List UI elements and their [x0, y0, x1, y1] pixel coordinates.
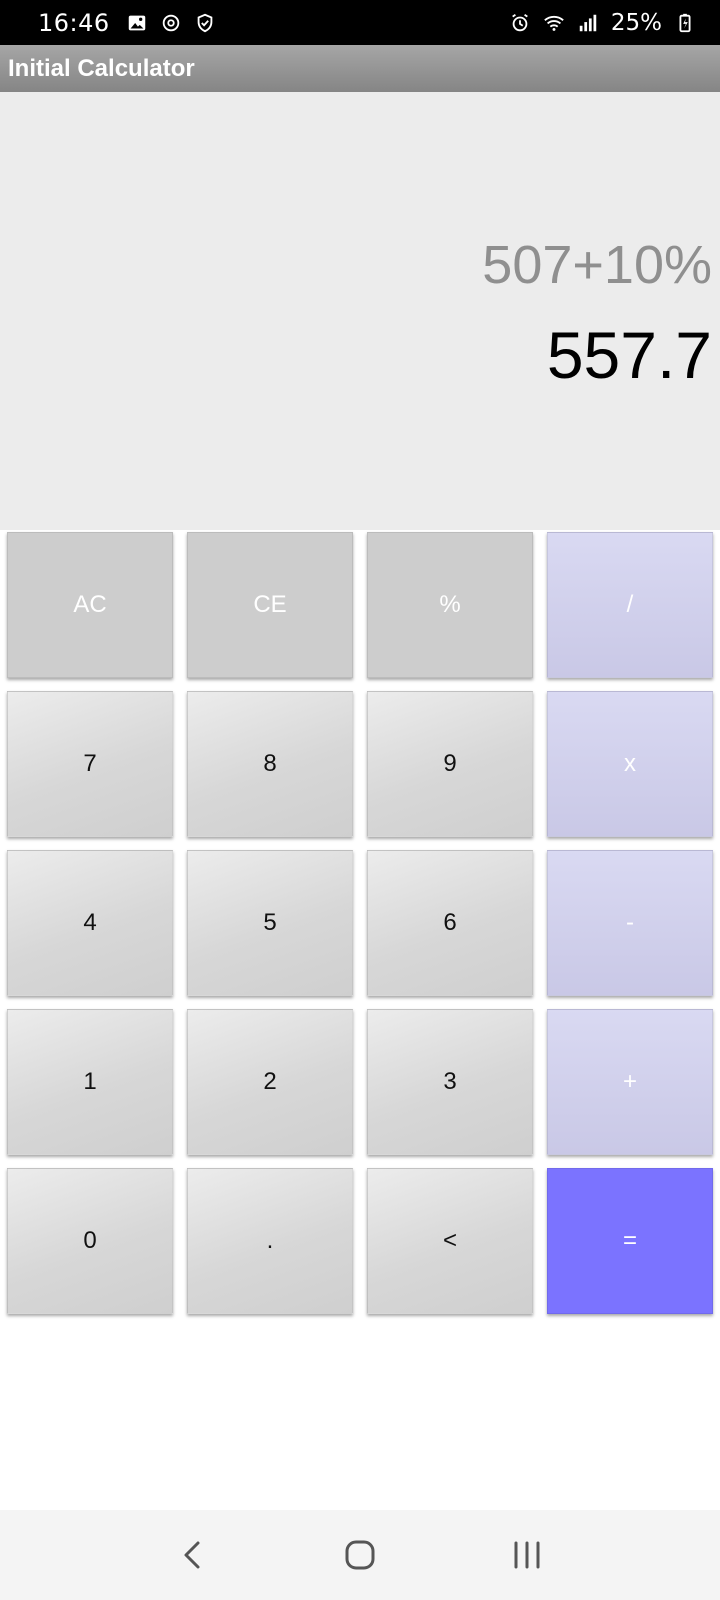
decimal-point-button[interactable]: . — [187, 1168, 353, 1314]
signal-icon — [577, 12, 599, 34]
recents-icon — [507, 1535, 547, 1575]
keypad: AC CE % / 7 8 9 x 4 5 6 - 1 2 3 + 0 . < … — [7, 532, 713, 1314]
digit-4-button[interactable]: 4 — [7, 850, 173, 996]
wifi-icon — [543, 12, 565, 34]
add-button[interactable]: + — [547, 1009, 713, 1155]
multiply-button[interactable]: x — [547, 691, 713, 837]
digit-5-button[interactable]: 5 — [187, 850, 353, 996]
digit-9-button[interactable]: 9 — [367, 691, 533, 837]
clear-entry-button[interactable]: CE — [187, 532, 353, 678]
percent-button[interactable]: % — [367, 532, 533, 678]
clock: 16:46 — [38, 8, 110, 37]
digit-8-button[interactable]: 8 — [187, 691, 353, 837]
status-right: 25% — [509, 10, 696, 36]
digit-1-button[interactable]: 1 — [7, 1009, 173, 1155]
app-bar: Initial Calculator — [0, 45, 720, 92]
battery-percent: 25% — [610, 9, 662, 36]
equals-button[interactable]: = — [547, 1168, 713, 1314]
digit-3-button[interactable]: 3 — [367, 1009, 533, 1155]
shield-icon — [194, 12, 216, 34]
digit-2-button[interactable]: 2 — [187, 1009, 353, 1155]
alarm-icon — [509, 12, 531, 34]
home-icon — [340, 1535, 380, 1575]
back-icon — [173, 1535, 213, 1575]
backspace-button[interactable]: < — [367, 1168, 533, 1314]
sync-icon — [160, 12, 182, 34]
image-icon — [126, 12, 148, 34]
divide-button[interactable]: / — [547, 532, 713, 678]
digit-0-button[interactable]: 0 — [7, 1168, 173, 1314]
navigation-bar — [0, 1510, 720, 1600]
recents-button[interactable] — [497, 1525, 557, 1585]
all-clear-button[interactable]: AC — [7, 532, 173, 678]
subtract-button[interactable]: - — [547, 850, 713, 996]
battery-charging-icon — [674, 12, 696, 34]
calculator-display: 507+10% 557.7 — [0, 92, 720, 530]
digit-6-button[interactable]: 6 — [367, 850, 533, 996]
expression-text: 507+10% — [482, 235, 712, 295]
app-title: Initial Calculator — [8, 54, 195, 82]
digit-7-button[interactable]: 7 — [7, 691, 173, 837]
result-text: 557.7 — [546, 318, 712, 392]
status-bar: 16:46 25% — [0, 0, 720, 45]
status-left: 16:46 — [38, 9, 216, 37]
back-button[interactable] — [163, 1525, 223, 1585]
home-button[interactable] — [330, 1525, 390, 1585]
